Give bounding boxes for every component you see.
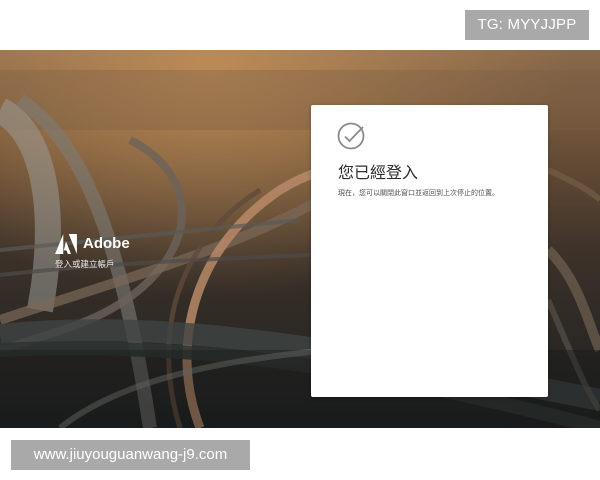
adobe-logo-icon (55, 234, 77, 254)
tg-watermark-badge: TG: MYYJJPP (465, 10, 589, 40)
signed-in-message: 現在，您可以關閉此窗口並返回到上次停止的位置。 (338, 189, 499, 197)
adobe-brand-row: Adobe (55, 233, 130, 255)
adobe-brand-name: Adobe (83, 235, 130, 252)
url-watermark-badge: www.jiuyouguanwang-j9.com (11, 440, 250, 470)
hero-background: Adobe 登入或建立帳戶 您已經登入 現在，您可以關閉此窗口並返回到上次停止的… (0, 50, 600, 428)
check-circle-icon (337, 122, 365, 150)
sign-in-or-create-account-link[interactable]: 登入或建立帳戶 (55, 258, 130, 270)
page: TG: MYYJJPP Adobe 登入或建立帳戶 您已經登入 現在，您可以關閉… (0, 0, 600, 480)
adobe-brand-block: Adobe 登入或建立帳戶 (55, 233, 130, 270)
signed-in-title: 您已經登入 (338, 163, 419, 182)
signed-in-card: 您已經登入 現在，您可以關閉此窗口並返回到上次停止的位置。 (311, 105, 548, 397)
